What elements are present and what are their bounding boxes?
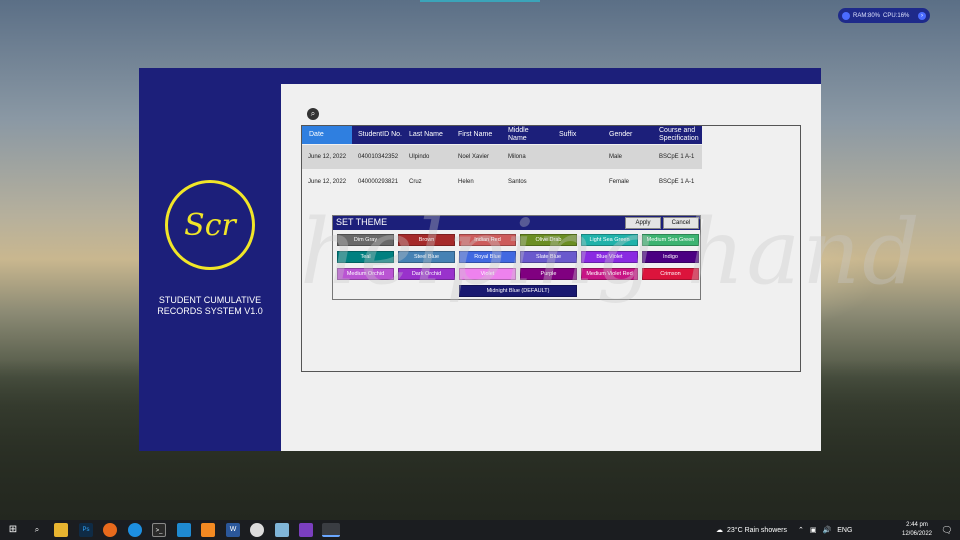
top-edge-tab xyxy=(420,0,540,2)
volume-icon[interactable]: 🔊 xyxy=(823,526,832,534)
taskbar: ⊞ ⌕ Ps >_ W ☁ 23°C Rain showers ⌃ ▣ 🔊 EN… xyxy=(0,520,960,540)
app-window: Scr STUDENT CUMULATIVE RECORDS SYSTEM V1… xyxy=(139,68,821,451)
cpu-readout: CPU:16% xyxy=(883,12,910,19)
sidebar: Scr STUDENT CUMULATIVE RECORDS SYSTEM V1… xyxy=(139,84,281,451)
column-header-date[interactable]: Date xyxy=(302,126,352,144)
cell-course: BSCpE 1 A-1 xyxy=(659,179,695,185)
terminal-icon[interactable]: >_ xyxy=(152,523,166,537)
column-header-first-name[interactable]: First Name xyxy=(458,126,498,144)
cell-course: BSCpE 1 A-1 xyxy=(659,154,695,160)
theme-swatch-light-sea-green[interactable]: Light Sea Green xyxy=(581,234,638,246)
column-header-last-name[interactable]: Last Name xyxy=(409,126,449,144)
search-icon: ⌕ xyxy=(310,109,316,118)
cell-last-name: Ulpindo xyxy=(409,154,430,160)
cell-first-name: Helen xyxy=(458,179,474,185)
column-header-suffix[interactable]: Suffix xyxy=(559,126,599,144)
set-theme-dialog: SET THEME Apply Cancel Dim Gray Brown Indi… xyxy=(332,215,701,300)
cell-date: June 12, 2022 xyxy=(308,179,347,185)
records-grid[interactable]: Date StudentID No. Last Name First Name … xyxy=(301,125,801,372)
grid-header: Date StudentID No. Last Name First Name … xyxy=(302,126,702,144)
theme-swatch-medium-sea-green[interactable]: Medium Sea Green xyxy=(642,234,699,246)
cancel-button[interactable]: Cancel xyxy=(663,217,699,229)
app-logo: Scr xyxy=(165,180,255,270)
weather-widget[interactable]: ☁ 23°C Rain showers xyxy=(716,520,787,540)
chrome-icon[interactable] xyxy=(250,523,264,537)
clock-time: 2:44 pm xyxy=(906,522,928,528)
arrow-right-icon[interactable]: › xyxy=(918,11,926,20)
cell-gender: Female xyxy=(609,179,630,185)
theme-swatch-olive-drab[interactable]: Olive Drab xyxy=(520,234,577,246)
file-explorer-icon[interactable] xyxy=(54,523,68,537)
app-title-bar[interactable] xyxy=(139,68,821,84)
app-name-line2: RECORDS SYSTEM V1.0 xyxy=(157,306,263,316)
column-header-middle-name[interactable]: Middle Name xyxy=(508,126,548,144)
main-content: ⌕ Date StudentID No. Last Name First Nam… xyxy=(281,84,821,451)
theme-swatch-violet[interactable]: Violet xyxy=(459,268,516,280)
weather-text: 23°C Rain showers xyxy=(727,526,787,534)
apply-button[interactable]: Apply xyxy=(625,217,661,229)
vscode-icon[interactable] xyxy=(177,523,191,537)
app-icon[interactable] xyxy=(322,523,340,537)
theme-swatch-royal-blue[interactable]: Royal Blue xyxy=(459,251,516,263)
table-row[interactable]: June 12, 2022 040000293821 Cruz Helen Sa… xyxy=(302,170,702,194)
theme-swatch-slate-blue[interactable]: Slate Blue xyxy=(520,251,577,263)
cell-gender: Male xyxy=(609,154,623,160)
column-header-gender[interactable]: Gender xyxy=(609,126,649,144)
word-icon[interactable]: W xyxy=(226,523,240,537)
theme-dialog-bar: SET THEME Apply Cancel xyxy=(333,216,700,230)
notification-icon[interactable]: 🗨 xyxy=(940,523,954,537)
cell-last-name: Cruz xyxy=(409,179,422,185)
system-tray: ⌃ ▣ 🔊 ENG xyxy=(798,520,852,540)
logo-text: Scr xyxy=(184,207,236,243)
theme-swatch-dim-gray[interactable]: Dim Gray xyxy=(337,234,394,246)
app-name-line1: STUDENT CUMULATIVE xyxy=(158,295,262,305)
cell-middle-name: Milona xyxy=(508,154,526,160)
cloud-rain-icon: ☁ xyxy=(716,527,723,534)
cell-first-name: Noel Xavier xyxy=(458,154,490,160)
theme-swatch-steel-blue[interactable]: Steel Blue xyxy=(398,251,455,263)
clock[interactable]: 2:44 pm 12/06/2022 xyxy=(900,521,934,539)
theme-swatch-crimson[interactable]: Crimson xyxy=(642,268,699,280)
theme-swatch-blue-violet[interactable]: Blue Violet xyxy=(581,251,638,263)
app-name: STUDENT CUMULATIVE RECORDS SYSTEM V1.0 xyxy=(149,295,271,317)
theme-swatch-midnight-blue-default[interactable]: Midnight Blue (DEFAULT) xyxy=(459,285,577,297)
network-icon[interactable]: ▣ xyxy=(810,526,817,534)
theme-swatch-teal[interactable]: Teal xyxy=(337,251,394,263)
xampp-icon[interactable] xyxy=(201,523,215,537)
search-button[interactable]: ⌕ xyxy=(307,108,319,120)
edge-icon[interactable] xyxy=(128,523,142,537)
column-header-student-id[interactable]: StudentID No. xyxy=(358,126,404,144)
photoshop-icon[interactable]: Ps xyxy=(79,523,93,537)
search-icon[interactable]: ⌕ xyxy=(30,523,44,537)
theme-swatch-brown[interactable]: Brown xyxy=(398,234,455,246)
table-row[interactable]: June 12, 2022 040010342352 Ulpindo Noel … xyxy=(302,145,702,169)
start-icon[interactable]: ⊞ xyxy=(6,523,20,537)
cell-date: June 12, 2022 xyxy=(308,154,347,160)
chevron-up-icon[interactable]: ⌃ xyxy=(798,526,804,534)
theme-swatch-indigo[interactable]: Indigo xyxy=(642,251,699,263)
cell-student-id: 040010342352 xyxy=(358,154,399,160)
firefox-icon[interactable] xyxy=(103,523,117,537)
theme-swatch-dark-orchid[interactable]: Dark Orchid xyxy=(398,268,455,280)
cell-middle-name: Santos xyxy=(508,179,527,185)
cell-student-id: 040000293821 xyxy=(358,179,399,185)
column-header-course[interactable]: Course and Specification xyxy=(659,126,703,144)
ram-readout: RAM:80% xyxy=(853,12,881,19)
theme-dialog-title: SET THEME xyxy=(336,217,388,227)
clock-date: 12/06/2022 xyxy=(901,531,933,537)
theme-swatch-medium-violet-red[interactable]: Medium Violet Red xyxy=(581,268,638,280)
system-monitor-widget[interactable]: RAM:80% CPU:16% › xyxy=(838,8,930,23)
theme-swatch-indian-red[interactable]: Indian Red xyxy=(459,234,516,246)
theme-swatch-purple[interactable]: Purple xyxy=(520,268,577,280)
notepad-icon[interactable] xyxy=(275,523,289,537)
mic-icon xyxy=(842,11,850,20)
language-indicator[interactable]: ENG xyxy=(837,527,852,534)
visual-studio-icon[interactable] xyxy=(299,523,313,537)
theme-swatch-medium-orchid[interactable]: Medium Orchid xyxy=(337,268,394,280)
